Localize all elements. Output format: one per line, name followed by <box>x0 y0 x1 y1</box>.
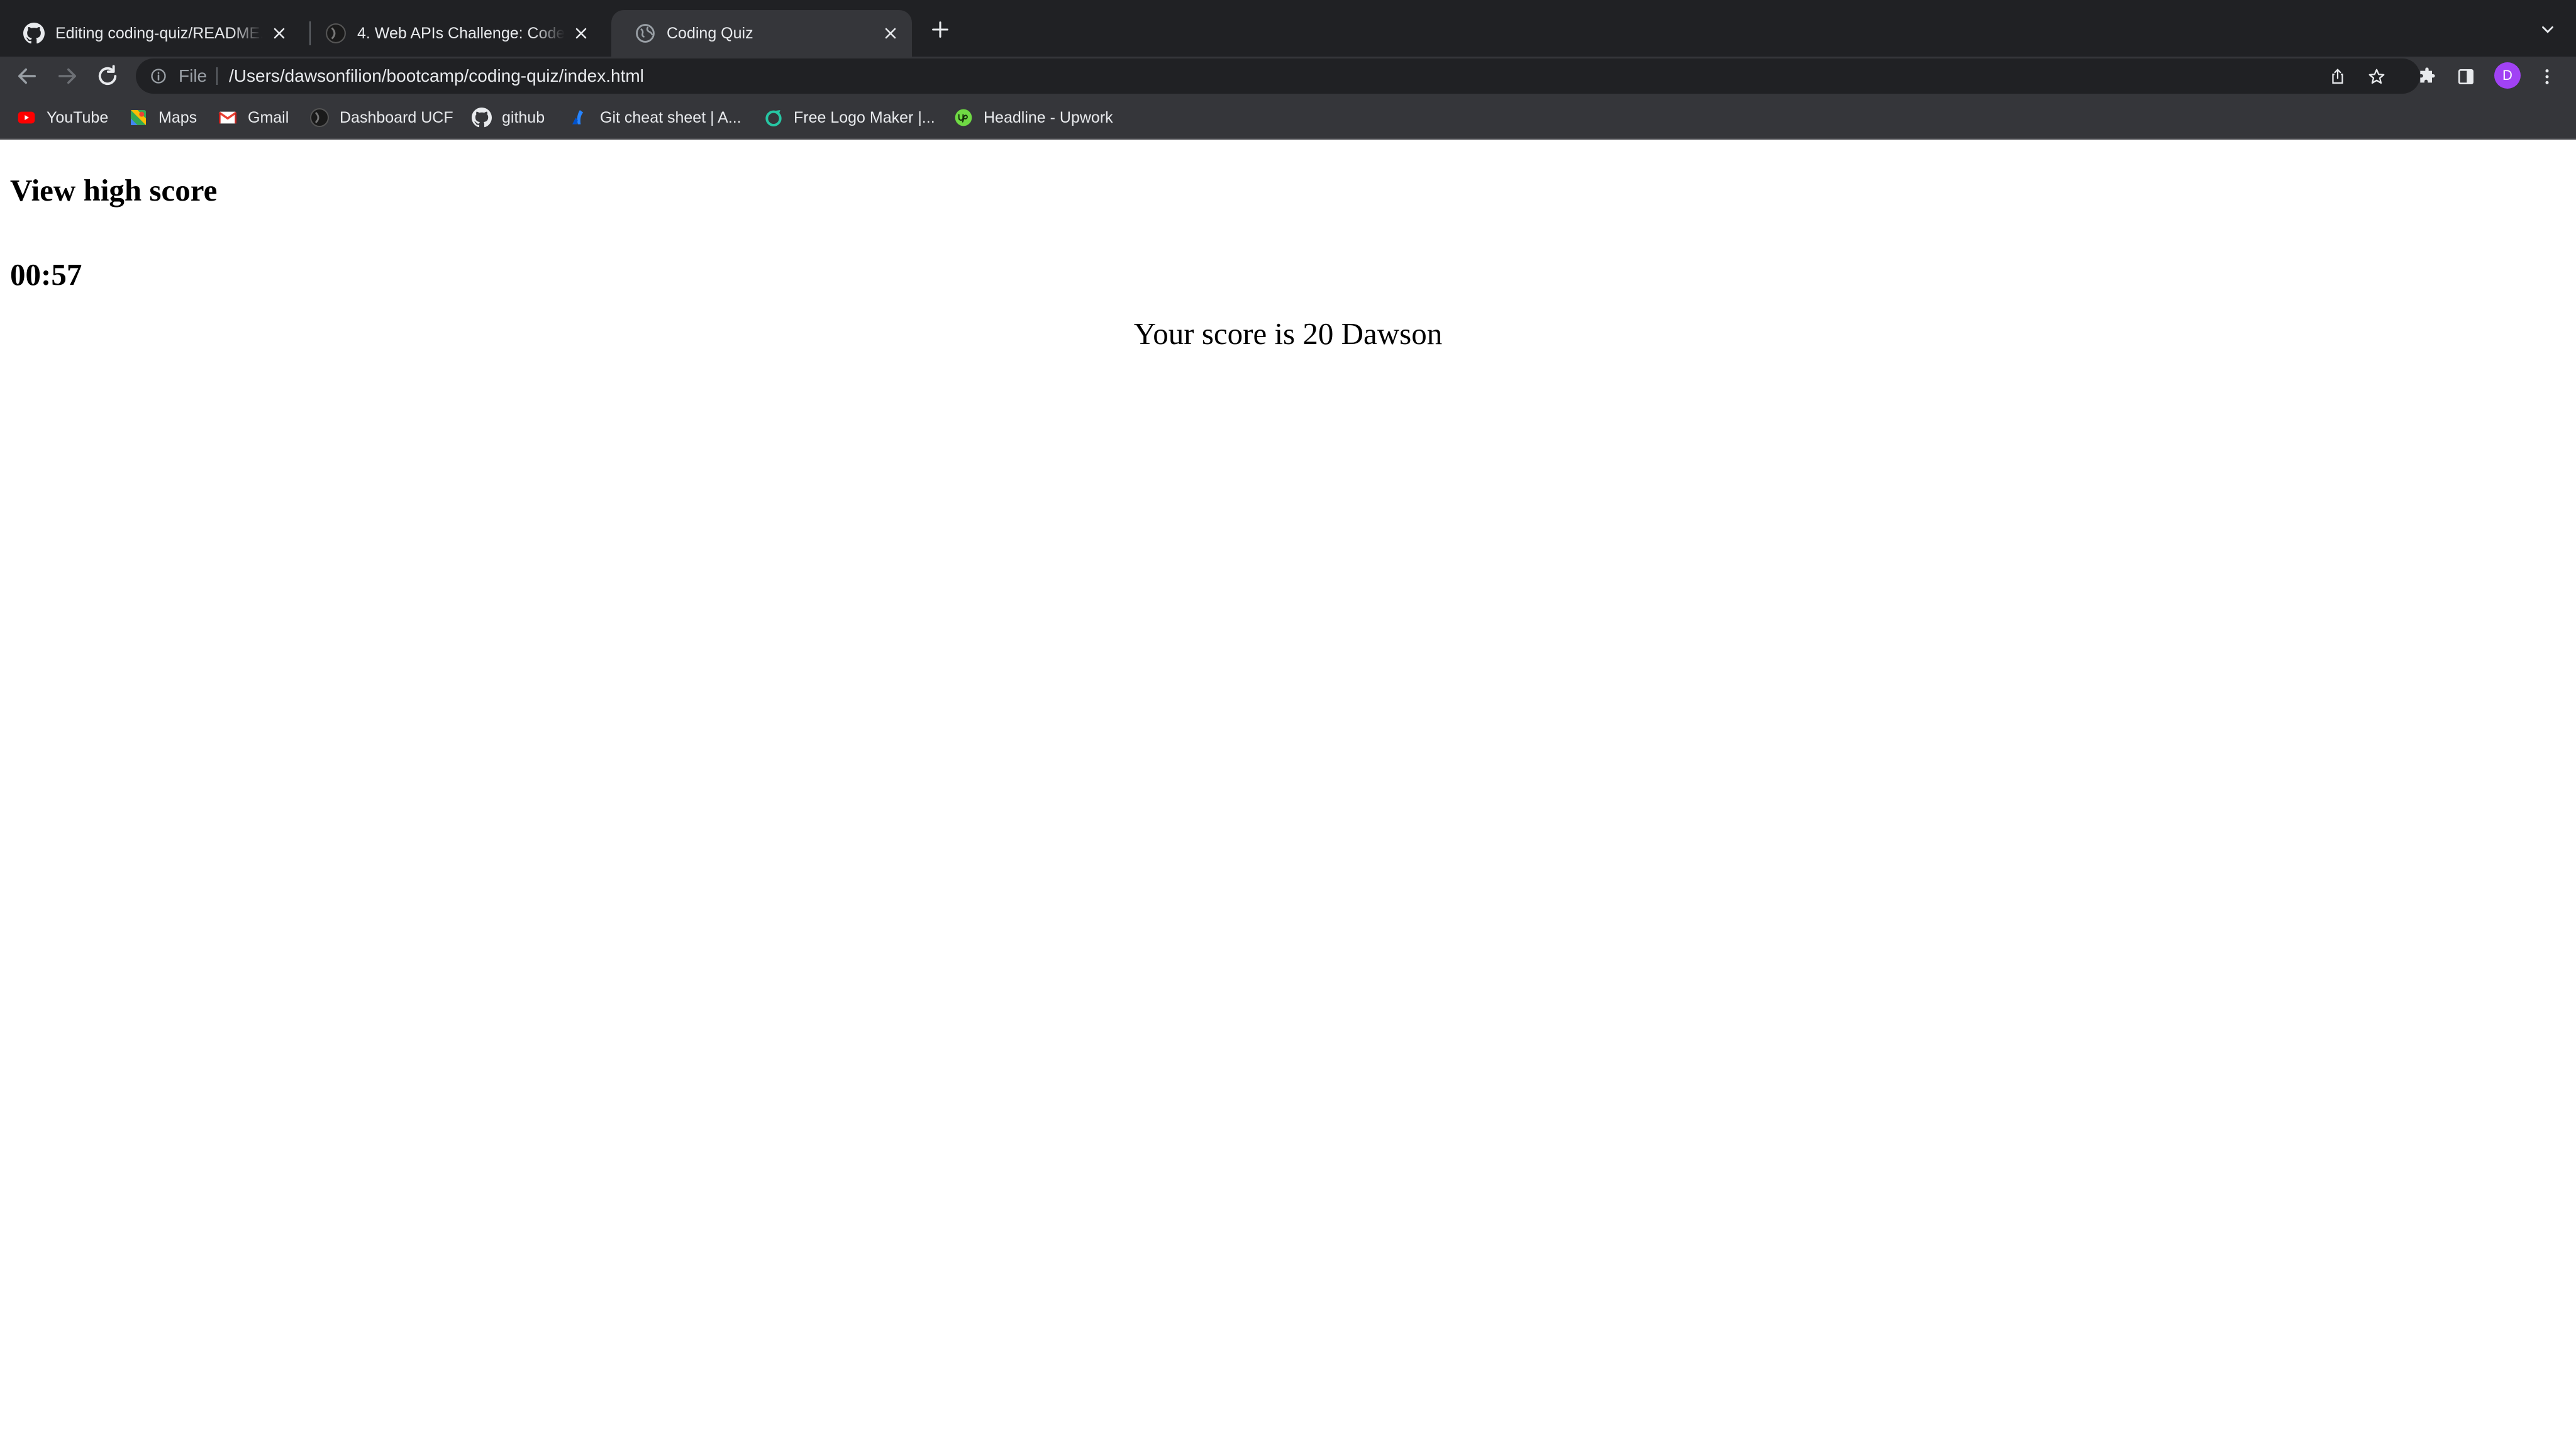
page-content: View high score 00:57 Your score is 20 D… <box>0 140 2576 1449</box>
back-button[interactable] <box>14 63 40 89</box>
address-divider <box>216 67 218 85</box>
bookmark-label: Maps <box>158 108 197 126</box>
bookmarks-bar: YouTube Maps Gmail Dashboard UCF github <box>0 96 2576 140</box>
bookmark-label: Git cheat sheet | A... <box>600 108 741 126</box>
info-icon[interactable] <box>150 67 167 85</box>
github-icon <box>23 23 45 44</box>
bookmark-youtube[interactable]: YouTube <box>16 96 108 140</box>
maps-icon <box>131 110 146 125</box>
score-message: Your score is 20 Dawson <box>1133 316 1443 351</box>
new-tab-button[interactable] <box>930 19 951 40</box>
close-icon[interactable] <box>882 25 899 42</box>
github-icon <box>472 108 492 128</box>
bookmark-label: Gmail <box>248 108 289 126</box>
bookmark-dashboard-ucf[interactable]: Dashboard UCF <box>309 96 453 140</box>
bookmark-gmail[interactable]: Gmail <box>218 96 289 140</box>
extensions-puzzle-icon[interactable] <box>2417 67 2437 87</box>
upwork-icon <box>955 109 972 126</box>
tab-coding-quiz[interactable]: Coding Quiz <box>611 10 912 57</box>
tab-search-chevron-icon[interactable] <box>2538 20 2557 39</box>
address-bar[interactable]: File /Users/dawsonfilion/bootcamp/coding… <box>136 58 2420 94</box>
close-icon[interactable] <box>270 25 288 42</box>
logo-maker-icon <box>765 110 782 126</box>
address-url[interactable]: /Users/dawsonfilion/bootcamp/coding-quiz… <box>229 58 644 94</box>
reload-button[interactable] <box>94 63 121 89</box>
share-icon[interactable] <box>2328 67 2347 86</box>
tab-strip: Editing coding-quiz/README.md 4. Web API… <box>0 0 2576 57</box>
bookmark-git-cheat-sheet[interactable]: Git cheat sheet | A... <box>570 96 741 140</box>
tab-web-apis-challenge[interactable]: 4. Web APIs Challenge: Code Quiz <box>302 10 602 57</box>
bootcamp-icon <box>326 23 346 43</box>
bookmark-headline-upwork[interactable]: Headline - Upwork <box>953 96 1113 140</box>
forward-button[interactable] <box>54 63 80 89</box>
bookmark-label: Headline - Upwork <box>984 108 1113 126</box>
kebab-menu-icon[interactable] <box>2537 67 2557 87</box>
browser-toolbar: File /Users/dawsonfilion/bootcamp/coding… <box>0 57 2576 96</box>
quiz-timer: 00:57 <box>10 257 82 292</box>
profile-avatar[interactable]: D <box>2494 62 2521 89</box>
bookmark-star-icon[interactable] <box>2367 67 2386 86</box>
atlassian-icon <box>572 110 584 125</box>
tab-title: Coding Quiz <box>667 25 753 42</box>
view-high-score-link[interactable]: View high score <box>10 172 217 208</box>
close-icon[interactable] <box>572 25 590 42</box>
gmail-icon <box>218 111 237 124</box>
bookmark-github[interactable]: github <box>472 96 545 140</box>
bookmark-label: Dashboard UCF <box>340 108 453 126</box>
bootcamp-icon <box>310 108 329 127</box>
tab-title: 4. Web APIs Challenge: Code Quiz <box>357 25 565 42</box>
globe-icon <box>636 24 655 43</box>
bookmark-label: Free Logo Maker |... <box>794 108 935 126</box>
side-panel-icon[interactable] <box>2456 67 2476 87</box>
youtube-icon <box>18 111 35 124</box>
tab-github-readme[interactable]: Editing coding-quiz/README.md <box>0 10 301 57</box>
bookmark-maps[interactable]: Maps <box>128 96 197 140</box>
bookmark-label: YouTube <box>47 108 109 126</box>
bookmark-free-logo-maker[interactable]: Free Logo Maker |... <box>763 96 935 140</box>
tab-title: Editing coding-quiz/README.md <box>55 25 263 42</box>
bookmark-label: github <box>502 108 545 126</box>
address-scheme-label: File <box>179 66 208 86</box>
